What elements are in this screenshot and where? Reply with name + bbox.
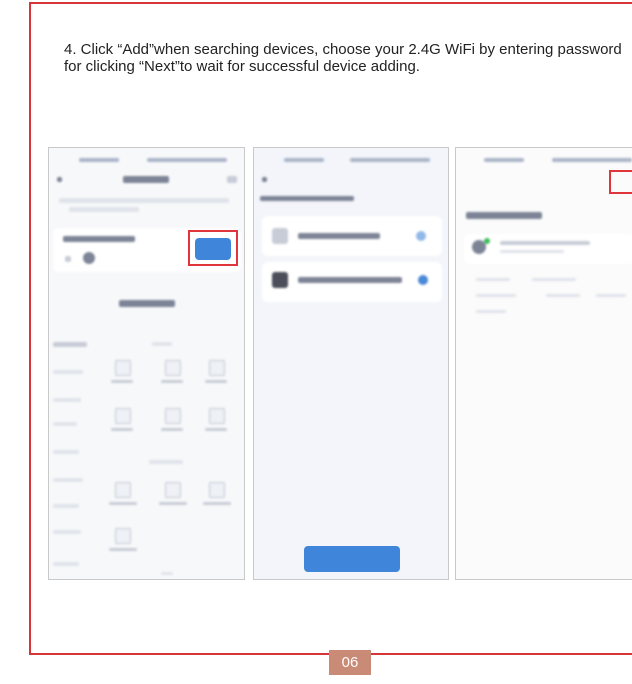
next-button[interactable] (304, 546, 400, 572)
done-button-highlight[interactable] (609, 170, 632, 194)
status-bar (254, 158, 448, 164)
instruction-text: 4. Click “Add”when searching devices, ch… (64, 41, 622, 75)
screenshot-add-device (48, 147, 245, 580)
page-number: 06 (329, 650, 371, 675)
screenshot-device-selection (253, 147, 449, 580)
screenshot-added-successfully (455, 147, 632, 580)
add-button-highlight (188, 230, 238, 266)
status-bar (456, 158, 632, 164)
status-bar (49, 158, 244, 164)
